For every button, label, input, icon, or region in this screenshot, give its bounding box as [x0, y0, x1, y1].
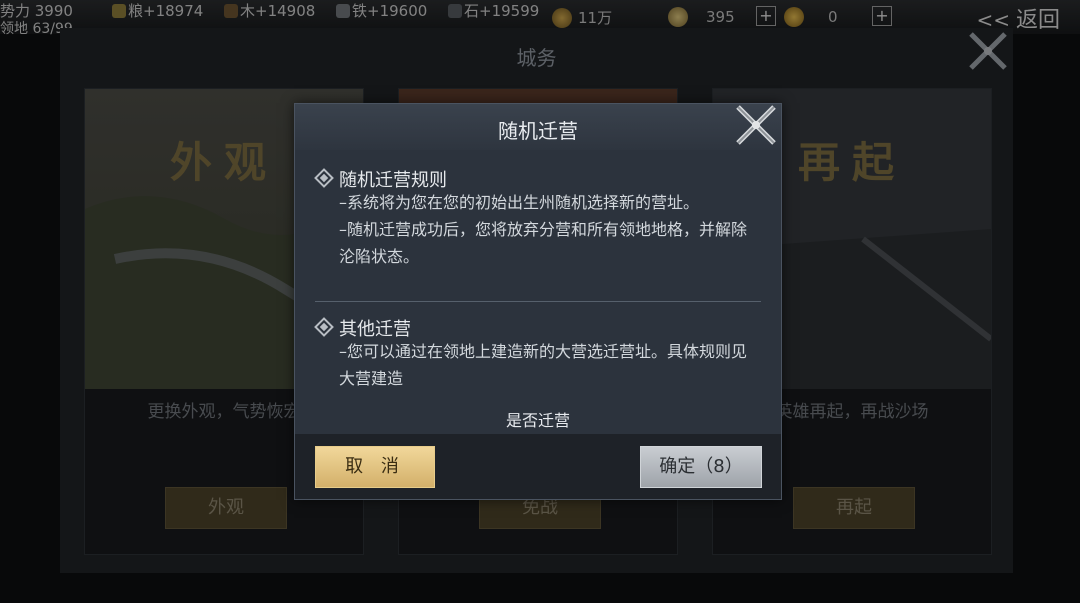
confirm-question: 是否迁营 — [505, 411, 570, 430]
close-icon[interactable] — [733, 102, 779, 148]
random-relocation-dialog: 随机迁营 随机迁营规则 –系统将为您在您的初始出生州随机选择新的营址。 –随机迁… — [294, 103, 782, 500]
divider — [315, 301, 761, 302]
diamond-bullet-icon — [314, 317, 334, 337]
other-relocation-heading-text: 其他迁营 — [339, 319, 411, 340]
dialog-header: 随机迁营 — [295, 104, 781, 150]
cancel-button[interactable]: 取 消 — [315, 446, 435, 488]
rules-heading-text: 随机迁营规则 — [339, 170, 447, 191]
dialog-title: 随机迁营 — [498, 119, 578, 143]
confirm-button[interactable]: 确定（8） — [640, 446, 762, 488]
dialog-footer: 取 消 确定（8） — [295, 434, 781, 499]
diamond-bullet-icon — [314, 168, 334, 188]
rule-line: –随机迁营成功后，您将放弃分营和所有领地地格，并解除沦陷状态。 — [339, 220, 748, 266]
rule-line: –您可以通过在领地上建造新的大营选迁营址。具体规则见大营建造 — [339, 342, 748, 388]
rule-line: –系统将为您在您的初始出生州随机选择新的营址。 — [339, 193, 700, 212]
